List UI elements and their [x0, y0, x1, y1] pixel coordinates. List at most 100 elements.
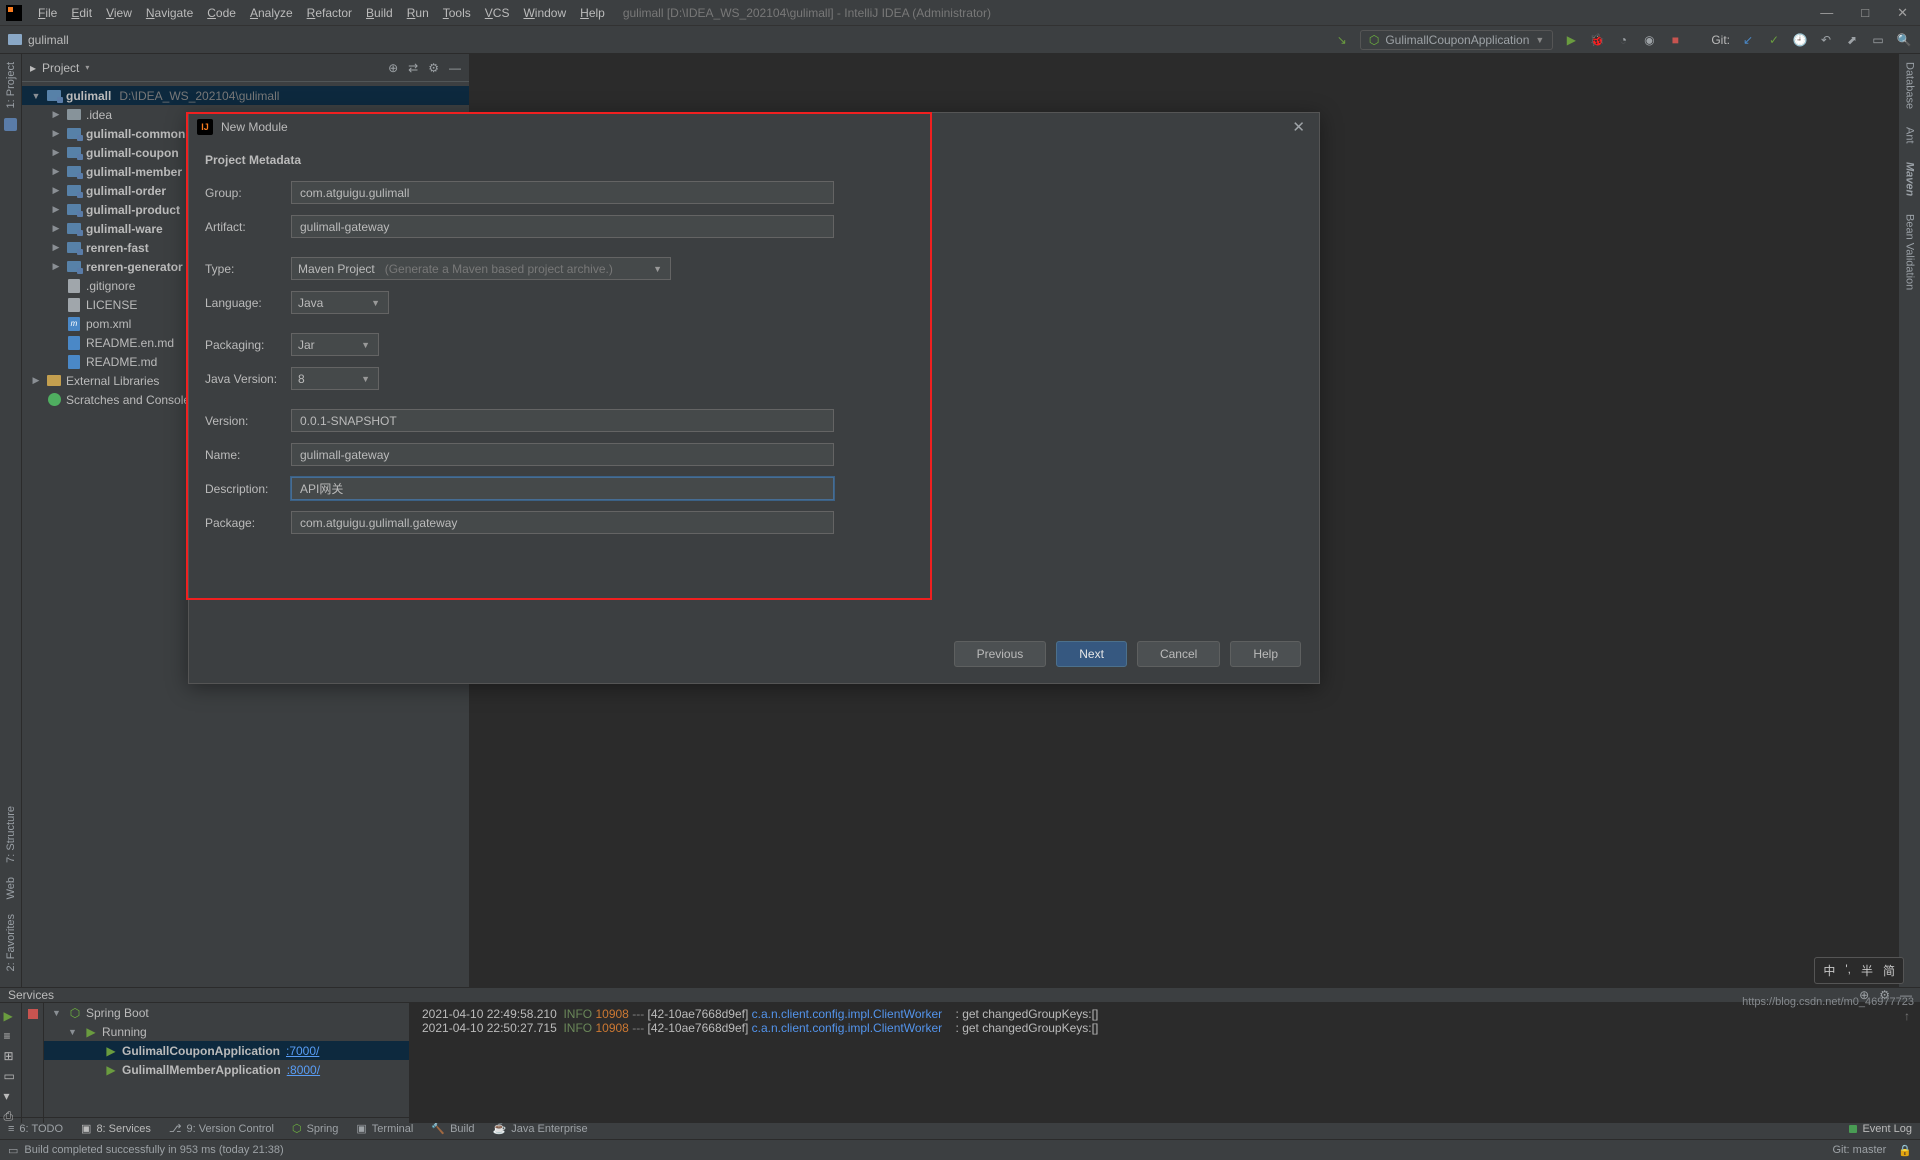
gear-icon[interactable]: ⚙	[428, 61, 439, 75]
service-app[interactable]: ▶GulimallMemberApplication :8000/	[44, 1060, 409, 1079]
locate-icon[interactable]: ⊕	[388, 61, 398, 75]
maven-tool-button[interactable]: Maven	[1904, 158, 1916, 200]
language-select[interactable]: Java▼	[291, 291, 389, 314]
breadcrumb[interactable]: gulimall	[8, 33, 69, 47]
web-tool-button[interactable]: Web	[5, 873, 17, 903]
project-header-label[interactable]: Project	[42, 61, 79, 75]
hide-icon[interactable]: —	[449, 61, 461, 75]
close-icon[interactable]: ✕	[1897, 5, 1908, 21]
menu-window[interactable]: Window	[517, 4, 572, 22]
description-input[interactable]	[291, 477, 834, 500]
vcs-push-icon[interactable]: ⬈	[1844, 32, 1860, 48]
menu-edit[interactable]: Edit	[65, 4, 98, 22]
chevron-down-icon[interactable]: ▾	[85, 63, 89, 72]
help-button[interactable]: Help	[1230, 641, 1301, 667]
menu-analyze[interactable]: Analyze	[244, 4, 299, 22]
build-tool-button[interactable]: 🔨Build	[431, 1122, 474, 1135]
service-app[interactable]: ▶GulimallCouponApplication :7000/	[44, 1041, 409, 1060]
dialog-buttons: Previous Next Cancel Help	[954, 641, 1301, 667]
vcs-history-icon[interactable]: 🕘	[1792, 32, 1808, 48]
menu-vcs[interactable]: VCS	[479, 4, 516, 22]
menu-file[interactable]: File	[32, 4, 63, 22]
java-version-label: Java Version:	[205, 372, 291, 386]
previous-button[interactable]: Previous	[954, 641, 1047, 667]
ime-indicator[interactable]: 中',半简	[1814, 957, 1904, 984]
window-controls: — □ ✕	[1820, 5, 1914, 21]
build-icon[interactable]: ↘	[1334, 32, 1350, 48]
vcs-tool-button[interactable]: ⎇9: Version Control	[169, 1122, 274, 1135]
name-input[interactable]	[291, 443, 834, 466]
run-icon[interactable]: ▶	[4, 1009, 18, 1023]
packaging-select[interactable]: Jar▼	[291, 333, 379, 356]
artifact-input[interactable]	[291, 215, 834, 238]
favorites-tool-button[interactable]: 2: Favorites	[5, 910, 17, 975]
profiler-icon[interactable]: ◉	[1641, 32, 1657, 48]
right-tool-rail: Database Ant Maven Bean Validation	[1898, 54, 1920, 987]
package-input[interactable]	[291, 511, 834, 534]
navigation-toolbar: gulimall ↘ ⬡ GulimallCouponApplication ▼…	[0, 26, 1920, 54]
javaee-tool-button[interactable]: ☕Java Enterprise	[493, 1122, 588, 1135]
menu-help[interactable]: Help	[574, 4, 611, 22]
rail-icon[interactable]	[4, 118, 17, 131]
status-icon[interactable]: ▭	[8, 1144, 18, 1157]
menu-build[interactable]: Build	[360, 4, 399, 22]
coverage-icon[interactable]: ◔	[1615, 32, 1631, 48]
vcs-commit-icon[interactable]: ✓	[1766, 32, 1782, 48]
maximize-icon[interactable]: □	[1861, 5, 1869, 21]
version-input[interactable]	[291, 409, 834, 432]
add-icon[interactable]: ⎙	[4, 1109, 18, 1123]
stop-icon[interactable]: ■	[1667, 32, 1683, 48]
cancel-button[interactable]: Cancel	[1137, 641, 1220, 667]
spring-tool-button[interactable]: ⬡Spring	[292, 1122, 338, 1135]
menu-refactor[interactable]: Refactor	[301, 4, 358, 22]
services-tree[interactable]: ▼⬡ Spring Boot ▼▶ Running ▶GulimallCoupo…	[44, 1003, 410, 1123]
menu-code[interactable]: Code	[201, 4, 242, 22]
vcs-update-icon[interactable]: ↙	[1740, 32, 1756, 48]
scroll-up-icon[interactable]: ↑	[1904, 1009, 1910, 1023]
minimize-icon[interactable]: —	[1820, 5, 1833, 21]
services-running-group[interactable]: ▼▶ Running	[44, 1022, 409, 1041]
project-tool-button[interactable]: 1: Project	[5, 58, 17, 112]
event-log-button[interactable]: Event Log	[1849, 1123, 1912, 1135]
todo-tool-button[interactable]: ≡6: TODO	[8, 1123, 63, 1135]
dialog-section-title: Project Metadata	[205, 153, 1303, 167]
run-icon[interactable]: ▶	[1563, 32, 1579, 48]
tree-icon[interactable]: ⊞	[4, 1049, 18, 1063]
debug-icon[interactable]: 🐞	[1589, 32, 1605, 48]
lock-icon[interactable]: 🔒	[1898, 1144, 1912, 1157]
group-input[interactable]	[291, 181, 834, 204]
structure-tool-button[interactable]: 7: Structure	[5, 802, 17, 867]
ant-tool-button[interactable]: Ant	[1904, 123, 1916, 148]
services-tree-root[interactable]: ▼⬡ Spring Boot	[44, 1003, 409, 1022]
git-branch-widget[interactable]: Git: master	[1833, 1144, 1887, 1156]
search-icon[interactable]: 🔍	[1896, 32, 1912, 48]
log-line: 2021-04-10 22:49:58.210 INFO 10908 --- […	[422, 1007, 1908, 1021]
services-tool-button[interactable]: ▣8: Services	[81, 1122, 151, 1135]
packaging-label: Packaging:	[205, 338, 291, 352]
services-toolbar-2	[22, 1003, 44, 1123]
services-toolbar: ▶ ≡ ⊞ ▭ ▾ ⎙	[0, 1003, 22, 1123]
run-config-label: GulimallCouponApplication	[1385, 33, 1529, 47]
ide-settings-icon[interactable]: ▭	[1870, 32, 1886, 48]
console-output[interactable]: 2021-04-10 22:49:58.210 INFO 10908 --- […	[410, 1003, 1920, 1123]
tree-root[interactable]: ▼ gulimall D:\IDEA_WS_202104\gulimall	[22, 86, 469, 105]
menu-tools[interactable]: Tools	[437, 4, 477, 22]
layout-icon[interactable]: ▭	[4, 1069, 18, 1083]
menu-run[interactable]: Run	[401, 4, 435, 22]
filter-icon[interactable]: ≡	[4, 1029, 18, 1043]
expand-icon[interactable]: ⇄	[408, 61, 418, 75]
menu-navigate[interactable]: Navigate	[140, 4, 199, 22]
menu-view[interactable]: View	[100, 4, 138, 22]
run-config-select[interactable]: ⬡ GulimallCouponApplication ▼	[1360, 30, 1554, 50]
next-button[interactable]: Next	[1056, 641, 1127, 667]
bean-validation-tool-button[interactable]: Bean Validation	[1904, 210, 1916, 294]
filter2-icon[interactable]: ▾	[4, 1089, 18, 1103]
terminal-tool-button[interactable]: ▣Terminal	[356, 1122, 413, 1135]
database-tool-button[interactable]: Database	[1904, 58, 1916, 113]
dialog-close-icon[interactable]: ✕	[1286, 118, 1311, 136]
status-bar: ▭ Build completed successfully in 953 ms…	[0, 1139, 1920, 1160]
java-version-select[interactable]: 8▼	[291, 367, 379, 390]
vcs-revert-icon[interactable]: ↶	[1818, 32, 1834, 48]
type-select[interactable]: Maven Project(Generate a Maven based pro…	[291, 257, 671, 280]
stop-icon[interactable]	[28, 1009, 38, 1019]
